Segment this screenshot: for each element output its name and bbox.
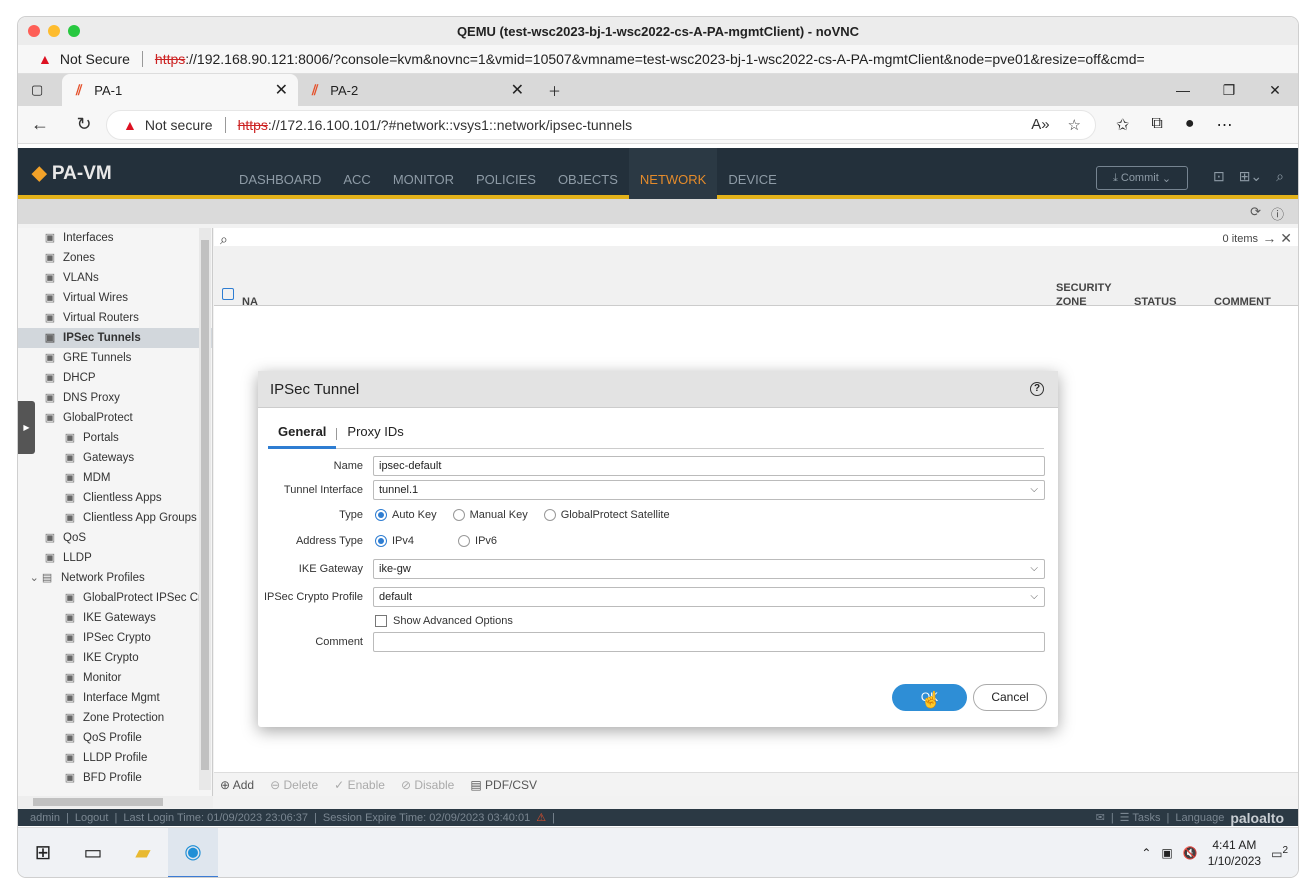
windows-start-icon[interactable]: ⊞	[18, 828, 68, 878]
pa-app: ◆ PA-VM DASHBOARD ACC MONITOR POLICIES O…	[18, 148, 1298, 826]
close-light-icon[interactable]	[28, 25, 40, 37]
read-aloud-icon[interactable]: A»	[1031, 116, 1049, 134]
address-type-label: Address Type	[295, 535, 363, 547]
vnc-security-label: Not Secure	[59, 51, 130, 67]
vnc-url-scheme: https	[154, 51, 186, 67]
window-controls	[28, 25, 80, 37]
close-tab-icon[interactable]: ✕	[275, 80, 288, 100]
vnc-titlebar: QEMU (test-wsc2023-bj-1-wsc2022-cs-A-PA-…	[18, 17, 1298, 45]
show-advanced-checkbox[interactable]: Show Advanced Options	[375, 615, 513, 627]
vnc-url: ://192.168.90.121:8006/?console=kvm&novn…	[185, 51, 1145, 67]
language-link[interactable]: Language	[1175, 812, 1224, 824]
paloalto-logo: paloalto	[1230, 809, 1284, 826]
ipsec-crypto-select[interactable]: default ⌵	[373, 587, 1045, 607]
minimize-light-icon[interactable]	[48, 25, 60, 37]
edge-window-controls: — ❐ ✕	[1160, 74, 1298, 106]
warning-icon: ▲	[123, 116, 137, 133]
new-tab-icon[interactable]: ＋	[534, 74, 574, 106]
network-icon[interactable]: ▣	[1161, 846, 1172, 860]
comment-label: Comment	[315, 636, 363, 648]
dialog-title: IPSec Tunnel	[270, 380, 360, 398]
vnc-title: QEMU (test-wsc2023-bj-1-wsc2022-cs-A-PA-…	[456, 23, 860, 39]
refresh-icon[interactable]: ↻	[62, 114, 106, 135]
last-login: Last Login Time: 01/09/2023 23:06:37	[123, 811, 309, 824]
tab-label: PA-1	[94, 82, 123, 98]
favorite-add-icon[interactable]: ☆	[1068, 116, 1081, 134]
minimize-icon[interactable]: —	[1160, 74, 1206, 106]
paloalto-tab-icon: ⫽	[312, 81, 319, 98]
chevron-down-icon: ⌵	[1030, 591, 1038, 602]
url-text: ://172.16.100.101/?#network::vsys1::netw…	[267, 116, 633, 133]
more-icon[interactable]: ⋯	[1217, 115, 1233, 135]
session-expire: Session Expire Time: 02/09/2023 03:40:01	[322, 811, 531, 824]
radio-globalprotect-satellite[interactable]: GlobalProtect Satellite	[543, 509, 670, 521]
zoom-light-icon[interactable]	[68, 25, 80, 37]
clock[interactable]: 4:41 AM 1/10/2023	[1208, 837, 1261, 869]
tunnel-interface-label: Tunnel Interface	[283, 484, 363, 496]
task-view-icon[interactable]: ▭	[68, 828, 118, 878]
edge-toolbar: ← ↻ ▲ Not secure https://172.16.100.101/…	[18, 106, 1298, 144]
tasks-link[interactable]: ☰ Tasks	[1120, 811, 1161, 824]
comment-field[interactable]	[373, 632, 1045, 652]
security-label: Not secure	[144, 116, 213, 133]
chevron-down-icon: ⌵	[1030, 484, 1038, 495]
pa-status-bar: admin | Logout | Last Login Time: 01/09/20…	[18, 809, 1298, 826]
volume-muted-icon[interactable]: 🔇	[1183, 846, 1198, 860]
mail-icon[interactable]: ✉	[1096, 811, 1105, 824]
tab-proxy-ids[interactable]: Proxy IDs	[337, 419, 413, 449]
help-icon[interactable]: ?	[1030, 382, 1044, 396]
status-user: admin	[30, 811, 60, 824]
profile-avatar-icon[interactable]: ●	[1185, 115, 1195, 135]
tab-actions-icon[interactable]: ▢	[18, 74, 62, 106]
edge-icon[interactable]: ◉	[168, 827, 218, 877]
hand-cursor-icon: ☝	[921, 692, 941, 709]
tunnel-interface-select[interactable]: tunnel.1 ⌵	[373, 480, 1045, 500]
address-bar[interactable]: ▲ Not secure https://172.16.100.101/?#ne…	[106, 109, 1096, 140]
radio-manual-key[interactable]: Manual Key	[452, 509, 528, 521]
ipsec-tunnel-dialog: IPSec Tunnel ? General Proxy IDs Name ip…	[258, 371, 1058, 727]
tab-general[interactable]: General	[268, 419, 337, 449]
modal-overlay: IPSec Tunnel ? General Proxy IDs Name ip…	[18, 148, 1298, 809]
back-icon[interactable]: ←	[18, 114, 62, 135]
close-icon[interactable]: ✕	[1252, 74, 1298, 106]
tab-label: PA-2	[330, 82, 359, 98]
file-explorer-icon[interactable]: ▰	[118, 828, 168, 878]
name-label: Name	[333, 460, 363, 472]
edge-tab-strip: ▢ ⫽ PA-1 ✕ ⫽ PA-2 ✕ ＋ — ❐ ✕	[18, 74, 1298, 106]
tab-pa-1[interactable]: ⫽ PA-1 ✕	[62, 74, 298, 106]
url-scheme: https	[237, 116, 268, 133]
name-field[interactable]: ipsec-default	[373, 456, 1045, 476]
dialog-tabs: General Proxy IDs	[268, 419, 1044, 449]
ipsec-crypto-label: IPSec Crypto Profile	[263, 591, 363, 603]
radio-ipv4[interactable]: IPv4	[375, 535, 414, 547]
radio-auto-key[interactable]: Auto Key	[375, 509, 437, 521]
paloalto-tab-icon: ⫽	[76, 81, 83, 98]
vnc-window: QEMU (test-wsc2023-bj-1-wsc2022-cs-A-PA-…	[18, 17, 1298, 877]
windows-taskbar: ⊞ ▭ ▰ ◉ ⌃ ▣ 🔇 4:41 AM 1/10/2023 ▭2	[18, 827, 1298, 877]
radio-ipv6[interactable]: IPv6	[458, 535, 497, 547]
ike-gateway-label: IKE Gateway	[298, 563, 363, 575]
chevron-down-icon: ⌵	[1030, 563, 1038, 574]
cancel-button[interactable]: Cancel	[973, 684, 1047, 711]
favorites-icon[interactable]: ✩	[1116, 115, 1129, 135]
notification-icon[interactable]: ▭2	[1271, 845, 1288, 861]
close-tab-icon[interactable]: ✕	[511, 80, 524, 100]
tab-pa-2[interactable]: ⫽ PA-2 ✕	[298, 74, 534, 106]
warning-icon: ▲	[38, 51, 52, 67]
vnc-url-bar[interactable]: ▲ Not Secure https ://192.168.90.121:800…	[18, 45, 1298, 74]
tray-chevron-icon[interactable]: ⌃	[1141, 846, 1151, 860]
ike-gateway-select[interactable]: ike-gw ⌵	[373, 559, 1045, 579]
alert-icon[interactable]: ⚠	[536, 811, 546, 824]
logout-link[interactable]: Logout	[75, 812, 109, 824]
collections-icon[interactable]: ⧉	[1151, 115, 1162, 135]
type-label: Type	[339, 509, 363, 521]
restore-icon[interactable]: ❐	[1206, 74, 1252, 106]
dialog-header: IPSec Tunnel ?	[258, 371, 1058, 408]
